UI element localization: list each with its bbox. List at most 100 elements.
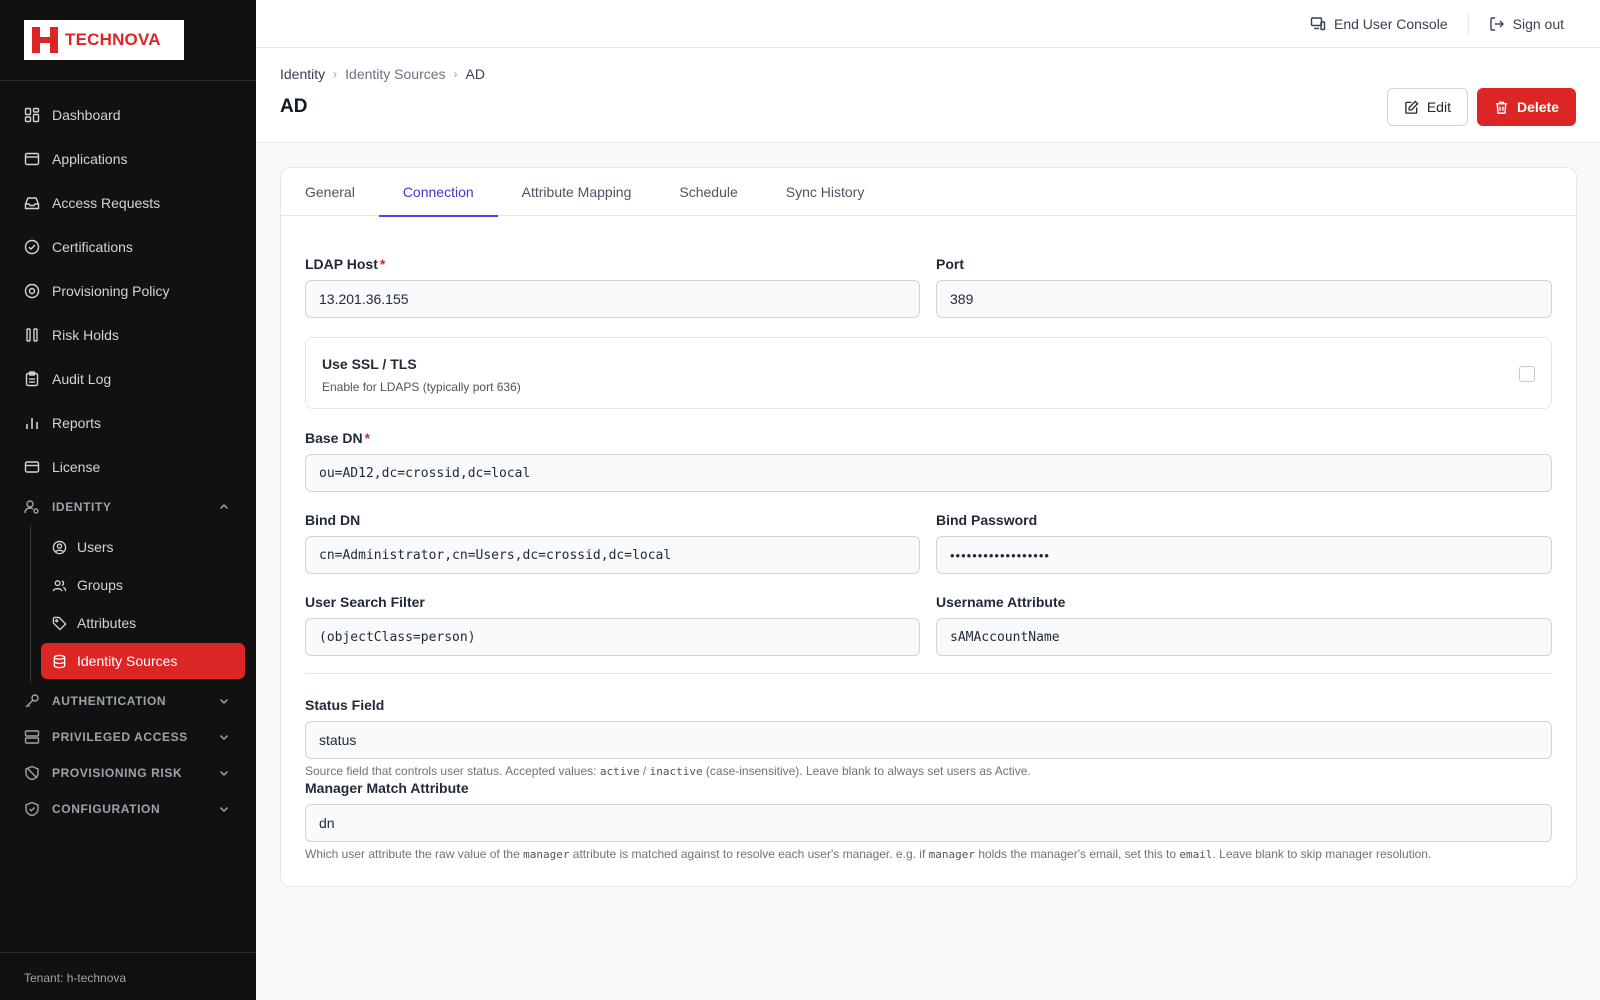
base-dn-label-text: Base DN — [305, 430, 363, 446]
help-code: inactive — [649, 765, 703, 778]
tab-general[interactable]: General — [281, 168, 379, 216]
pause-icon — [26, 328, 38, 342]
chevron-down-icon — [219, 770, 229, 777]
chevron-down-icon — [219, 806, 229, 813]
bind-dn-label: Bind DN — [305, 512, 361, 528]
ldap-host-input[interactable]: 13.201.36.155 — [305, 280, 920, 318]
ssl-description: Enable for LDAPS (typically port 636) — [322, 380, 521, 394]
username-attribute-input[interactable]: sAMAccountName — [936, 618, 1552, 656]
ssl-toggle-box: Use SSL / TLS Enable for LDAPS (typicall… — [305, 337, 1552, 409]
chevron-down-icon — [219, 734, 229, 741]
sub-item-label: Users — [77, 539, 114, 555]
nav-section-provisioning-risk[interactable]: PROVISIONING RISK — [0, 755, 256, 791]
port-label: Port — [936, 256, 964, 272]
username-attribute-label: Username Attribute — [936, 594, 1066, 610]
page-title: AD — [280, 96, 308, 117]
nav-item-audit-log[interactable]: Audit Log — [0, 357, 256, 401]
edit-icon — [1405, 99, 1419, 114]
nav-item-applications[interactable]: Applications — [0, 137, 256, 181]
port-input[interactable]: 389 — [936, 280, 1552, 318]
tab-sync-history[interactable]: Sync History — [762, 168, 889, 216]
tab-bar: General Connection Attribute Mapping Sch… — [281, 168, 1576, 217]
trash-icon — [1495, 101, 1508, 114]
nav-label: License — [52, 459, 101, 475]
end-user-console-link[interactable]: End User Console — [1310, 16, 1448, 32]
sidebar-item-identity-sources[interactable]: Identity Sources — [41, 643, 245, 679]
port-field: Port 389 — [936, 256, 1552, 318]
nav-item-license[interactable]: License — [0, 445, 256, 489]
sidebar-item-users[interactable]: Users — [41, 529, 245, 565]
shield-off-icon — [25, 765, 39, 781]
header-actions: Edit Delete — [1386, 88, 1576, 126]
help-text: Source field that controls user status. … — [305, 764, 600, 778]
base-dn-input[interactable]: ou=AD12,dc=crossid,dc=local — [305, 454, 1552, 492]
shield-icon — [25, 801, 39, 817]
required-marker: * — [364, 430, 371, 446]
tab-connection[interactable]: Connection — [378, 168, 498, 217]
manager-match-label: Manager Match Attribute — [305, 780, 469, 796]
nav-item-dashboard[interactable]: Dashboard — [0, 93, 256, 137]
base-dn-field: Base DN * ou=AD12,dc=crossid,dc=local — [305, 430, 1552, 492]
nav-label: Dashboard — [52, 107, 121, 123]
nav-section-privileged-access[interactable]: PRIVILEGED ACCESS — [0, 719, 256, 755]
sub-item-label: Identity Sources — [77, 653, 178, 669]
nav-item-certifications[interactable]: Certifications — [0, 225, 256, 269]
nav-label: Access Requests — [52, 195, 161, 211]
dashboard-icon — [24, 107, 40, 123]
edit-button[interactable]: Edit — [1386, 88, 1468, 126]
delete-button[interactable]: Delete — [1476, 88, 1576, 126]
tab-schedule[interactable]: Schedule — [655, 168, 761, 216]
ssl-title: Use SSL / TLS — [322, 356, 417, 372]
bind-password-input[interactable]: •••••••••••••••••• — [936, 536, 1552, 574]
nav-label: Risk Holds — [52, 327, 119, 343]
nav-section-identity[interactable]: IDENTITY — [0, 489, 256, 525]
user-search-filter-input[interactable]: (objectClass=person) — [305, 618, 920, 656]
manager-match-input[interactable]: dn — [305, 804, 1552, 842]
sidebar-item-attributes[interactable]: Attributes — [41, 605, 245, 641]
tab-attribute-mapping[interactable]: Attribute Mapping — [498, 168, 656, 216]
chevron-right-icon: › — [453, 67, 458, 81]
clipboard-icon — [25, 371, 39, 387]
database-icon — [53, 654, 66, 668]
ldap-host-label-text: LDAP Host — [305, 256, 378, 272]
edit-label: Edit — [1426, 99, 1451, 115]
license-icon — [24, 461, 40, 473]
nav-label: Provisioning Policy — [52, 283, 170, 299]
help-code: manager — [928, 848, 975, 861]
status-field-input[interactable]: status — [305, 721, 1552, 759]
breadcrumb-identity-sources[interactable]: Identity Sources — [345, 66, 445, 82]
user-search-filter-label: User Search Filter — [305, 594, 425, 610]
breadcrumb-identity[interactable]: Identity — [280, 66, 325, 82]
nav-section-configuration[interactable]: CONFIGURATION — [0, 791, 256, 827]
section-label: CONFIGURATION — [52, 802, 161, 816]
nav-item-reports[interactable]: Reports — [0, 401, 256, 445]
breadcrumb-current: AD — [465, 66, 485, 82]
connection-form: LDAP Host * 13.201.36.155 Port 389 Use SS… — [281, 216, 1576, 886]
nav-label: Audit Log — [52, 371, 112, 387]
sidebar-item-groups[interactable]: Groups — [41, 567, 245, 603]
nav-label: Applications — [52, 151, 128, 167]
inbox-icon — [24, 197, 40, 210]
nav-item-access-requests[interactable]: Access Requests — [0, 181, 256, 225]
technova-logo[interactable]: TECHNOVA — [24, 20, 184, 60]
nav-section-authentication[interactable]: AUTHENTICATION — [0, 683, 256, 719]
topbar-divider — [1467, 12, 1469, 35]
key-icon — [25, 694, 39, 708]
user-cog-icon — [24, 500, 39, 514]
user-circle-icon — [52, 540, 67, 554]
nav-item-risk-holds[interactable]: Risk Holds — [0, 313, 256, 357]
bind-dn-input[interactable]: cn=Administrator,cn=Users,dc=crossid,dc=… — [305, 536, 920, 574]
identity-source-card: General Connection Attribute Mapping Sch… — [280, 167, 1577, 887]
base-dn-label: Base DN * — [305, 430, 1552, 448]
help-text: . Leave blank to skip manager resolution… — [1212, 847, 1432, 861]
chevron-down-icon — [219, 698, 229, 705]
nav-item-provisioning-policy[interactable]: Provisioning Policy — [0, 269, 256, 313]
section-label: AUTHENTICATION — [52, 694, 167, 708]
username-attribute-field: Username Attribute sAMAccountName — [936, 594, 1552, 656]
sub-item-label: Attributes — [77, 615, 137, 631]
logo-h-mark-icon — [32, 27, 58, 53]
brand-name: TECHNOVA — [65, 30, 161, 49]
ssl-checkbox[interactable] — [1519, 366, 1535, 382]
breadcrumb: Identity › Identity Sources › AD — [280, 66, 1576, 82]
sign-out-link[interactable]: Sign out — [1489, 16, 1564, 32]
